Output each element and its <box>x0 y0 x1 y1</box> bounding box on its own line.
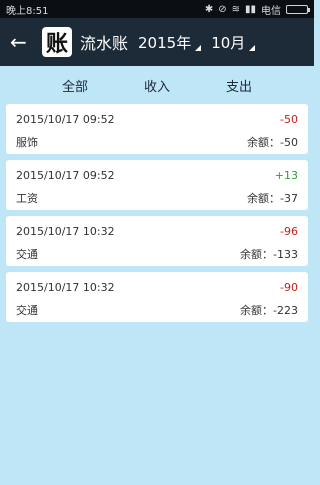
status-bar: 晚上8:51 ✱ ⊘ ≋ ▮▮ 电信 <box>0 0 314 18</box>
wifi-icon: ≋ <box>231 3 240 15</box>
transaction-item[interactable]: 2015/10/17 10:32 -96 交通 余额：-133 <box>6 216 308 266</box>
transaction-balance: 余额：-37 <box>247 192 298 205</box>
transaction-balance: 余额：-133 <box>240 248 298 261</box>
transaction-date: 2015/10/17 09:52 <box>16 113 115 126</box>
transaction-date: 2015/10/17 09:52 <box>16 169 115 182</box>
battery-icon <box>286 4 310 14</box>
dropdown-arrow-icon <box>249 44 256 51</box>
transaction-amount: -96 <box>280 225 298 238</box>
signal-icon: ▮▮ <box>244 3 256 15</box>
tab-all[interactable]: 全部 <box>31 72 119 109</box>
transaction-category: 服饰 <box>16 136 38 149</box>
tab-income[interactable]: 收入 <box>136 72 178 99</box>
transaction-amount: -50 <box>280 113 298 126</box>
page-title: 流水账 <box>80 34 129 53</box>
month-dropdown[interactable]: 10月 <box>211 32 256 53</box>
dropdown-arrow-icon <box>195 44 202 51</box>
transaction-category: 工资 <box>16 192 38 205</box>
transaction-list: 2015/10/17 09:52 -50 服饰 余额：-50 2015/10/1… <box>6 104 308 328</box>
transaction-item[interactable]: 2015/10/17 09:52 +13 工资 余额：-37 <box>6 160 308 210</box>
transaction-balance: 余额：-50 <box>247 136 298 149</box>
status-time: 晚上8:51 <box>6 5 49 17</box>
transaction-balance: 余额：-223 <box>240 304 298 317</box>
year-dropdown[interactable]: 2015年 <box>138 32 202 53</box>
transaction-item[interactable]: 2015/10/17 09:52 -50 服饰 余额：-50 <box>6 104 308 154</box>
transaction-category: 交通 <box>16 304 38 317</box>
app-logo: 账 <box>42 27 72 57</box>
transaction-amount: -90 <box>280 281 298 294</box>
filter-tabs: 全部 收入 支出 <box>0 66 314 109</box>
year-label: 2015年 <box>138 33 192 52</box>
carrier-label: 电信 <box>261 5 281 17</box>
transaction-item[interactable]: 2015/10/17 10:32 -90 交通 余额：-223 <box>6 272 308 322</box>
status-icons: ✱ ⊘ ≋ ▮▮ 电信 <box>204 2 310 17</box>
tab-expense[interactable]: 支出 <box>218 72 260 99</box>
app-bar: ← 账 流水账 2015年 10月 <box>0 18 314 66</box>
transaction-category: 交通 <box>16 248 38 261</box>
month-label: 10月 <box>211 33 246 52</box>
transaction-date: 2015/10/17 10:32 <box>16 281 115 294</box>
back-arrow-icon[interactable]: ← <box>10 30 38 54</box>
bluetooth-icon: ✱ <box>204 3 214 15</box>
transaction-amount: +13 <box>274 169 298 182</box>
transaction-date: 2015/10/17 10:32 <box>16 225 115 238</box>
mute-icon: ⊘ <box>218 3 227 15</box>
